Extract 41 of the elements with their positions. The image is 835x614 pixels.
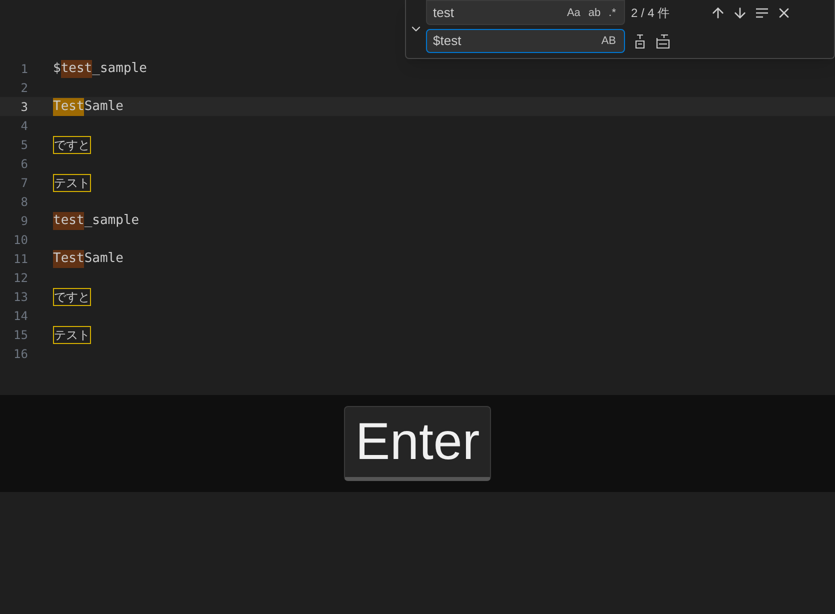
replace-all-icon[interactable]: [655, 33, 671, 49]
line-number: 16: [12, 346, 28, 362]
search-option-toggle[interactable]: Aa: [564, 4, 582, 20]
code-text: test: [60, 60, 92, 78]
line-number: 10: [12, 232, 28, 248]
line-number: 8: [20, 194, 28, 210]
code-text: テスト: [53, 326, 91, 344]
line-number: 2: [20, 80, 28, 96]
find-input[interactable]: test Aa ab .*: [426, 0, 625, 25]
code-text: _sample: [84, 212, 140, 230]
line-number: 4: [20, 118, 28, 134]
line-number: 9: [20, 212, 28, 230]
search-option-toggle[interactable]: AB: [599, 33, 618, 49]
search-option-toggle[interactable]: ab: [586, 4, 603, 20]
line-number: 11: [12, 250, 28, 268]
line-number: 1: [20, 60, 28, 78]
match-count: 2 / 4 件: [631, 4, 670, 22]
key-caption: Enter: [344, 406, 491, 481]
code-text: Samle: [84, 250, 124, 268]
code-text: ですと: [53, 136, 91, 154]
next-match-icon[interactable]: [732, 4, 748, 20]
search-option-toggle[interactable]: .*: [606, 4, 618, 20]
replace-icon[interactable]: [633, 33, 647, 49]
line-number: 15: [12, 326, 28, 344]
code-text: Test: [53, 250, 84, 268]
line-number: 7: [20, 174, 28, 192]
code-text: test: [53, 212, 84, 230]
code-text: Samle: [84, 98, 124, 116]
code-text: ですと: [53, 288, 91, 306]
line-number: 3: [20, 98, 28, 116]
code-text: テスト: [53, 174, 91, 192]
code-text: $: [53, 60, 61, 78]
line-number: 5: [20, 136, 28, 154]
line-number: 12: [12, 270, 28, 286]
previous-match-icon[interactable]: [710, 4, 726, 20]
replace-input[interactable]: $test AB: [426, 29, 625, 53]
line-number: 14: [12, 308, 28, 324]
line-number: 13: [12, 288, 28, 306]
line-number: 6: [20, 156, 28, 172]
code-text: _sample: [92, 60, 147, 78]
code-text: Test: [53, 98, 84, 116]
